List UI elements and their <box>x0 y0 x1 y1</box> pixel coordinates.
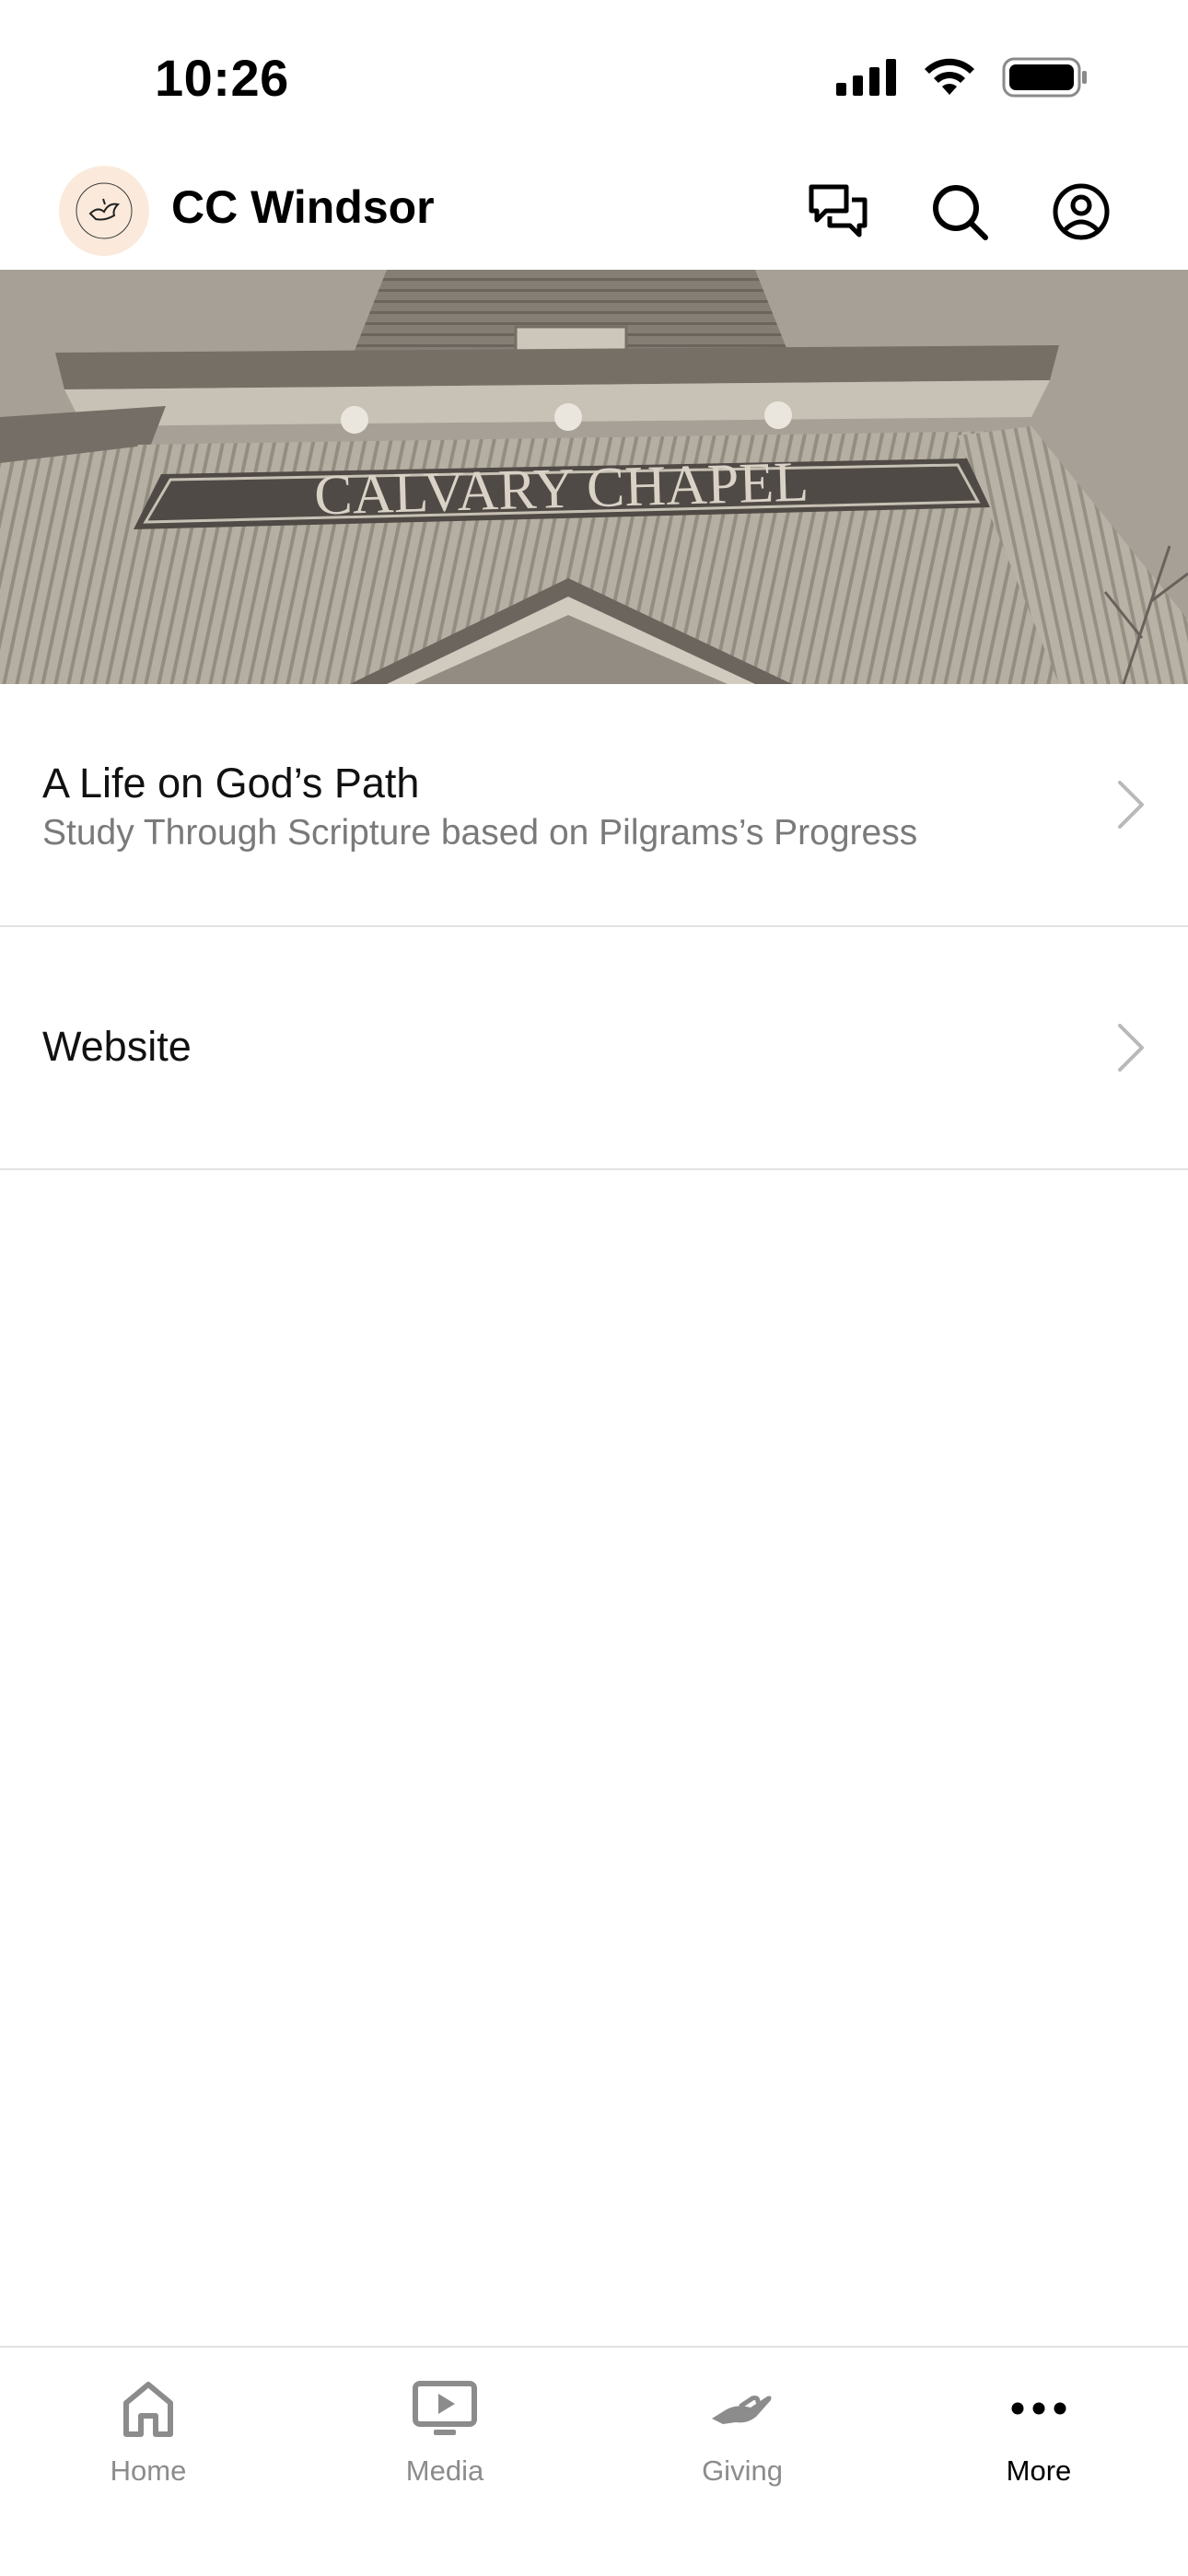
church-building-image: CALVARY CHAPEL <box>0 270 1188 684</box>
chat-icon <box>809 184 868 238</box>
giving-icon <box>712 2396 772 2424</box>
list-item-website[interactable]: Website <box>0 927 1188 1170</box>
tab-label-media: Media <box>405 2454 484 2487</box>
list-item-subtitle: Study Through Scripture based on Pilgram… <box>42 813 918 853</box>
wifi-icon <box>925 58 974 95</box>
tab-label-home: Home <box>110 2454 187 2487</box>
church-logo-dove-icon <box>76 182 133 239</box>
tab-label-more: More <box>1006 2454 1072 2487</box>
tab-more[interactable]: More <box>891 2348 1187 2532</box>
church-logo[interactable] <box>59 166 149 256</box>
account-icon <box>1053 183 1110 240</box>
list-item-title: Website <box>42 1023 192 1070</box>
list-item-title: A Life on God’s Path <box>42 760 420 806</box>
search-button[interactable] <box>926 179 993 245</box>
hero-banner: CALVARY CHAPEL <box>0 270 1188 684</box>
tab-label-giving: Giving <box>702 2454 783 2487</box>
more-icon <box>1011 2402 1066 2415</box>
header-actions <box>805 179 1114 245</box>
search-icon <box>933 185 988 240</box>
tab-home[interactable]: Home <box>0 2348 297 2532</box>
chevron-right-icon <box>1118 781 1144 829</box>
app-title: CC Windsor <box>171 181 435 233</box>
media-icon <box>413 2381 477 2435</box>
tab-media[interactable]: Media <box>297 2348 593 2532</box>
status-time: 10:26 <box>155 49 289 107</box>
content-list: A Life on God’s Path Study Through Scrip… <box>0 684 1188 1170</box>
account-button[interactable] <box>1048 179 1114 245</box>
chevron-right-icon <box>1118 1024 1144 1072</box>
status-bar: 10:26 <box>0 0 1188 157</box>
status-icons <box>836 57 1089 98</box>
cellular-signal-icon <box>836 59 896 96</box>
tab-bar: Home Media Giving More <box>0 2346 1188 2576</box>
list-item-life-on-gods-path[interactable]: A Life on God’s Path Study Through Scrip… <box>0 684 1188 927</box>
tab-giving[interactable]: Giving <box>594 2348 891 2532</box>
app-header: CC Windsor <box>0 157 1188 271</box>
chat-button[interactable] <box>805 179 871 245</box>
battery-icon <box>1002 57 1087 98</box>
home-icon <box>123 2382 173 2437</box>
